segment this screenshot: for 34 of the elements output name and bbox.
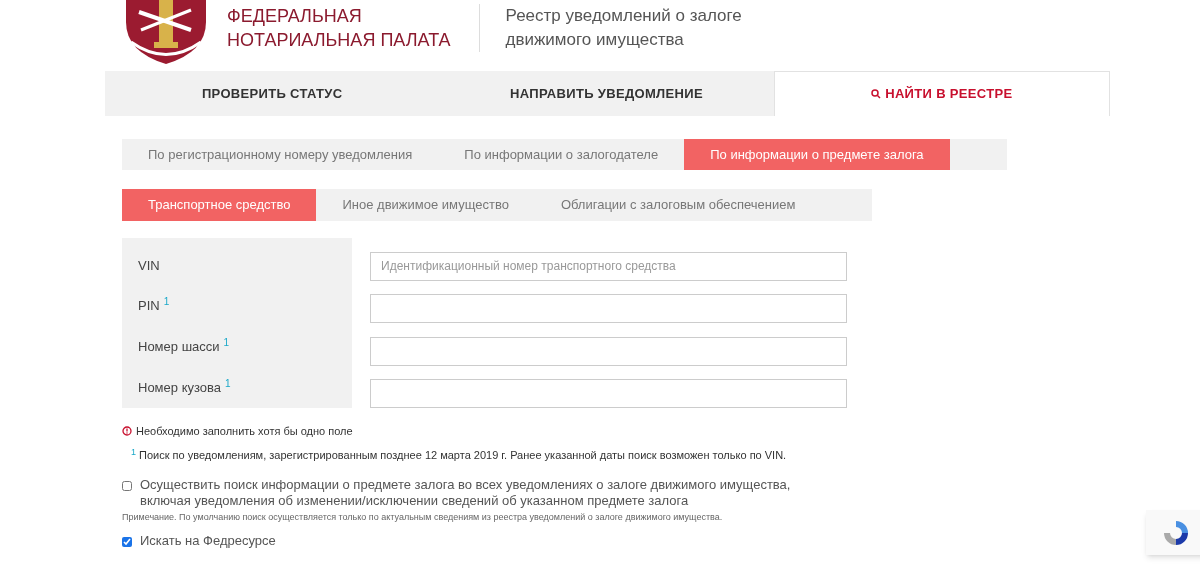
footnote-mark: 1 [225, 377, 231, 389]
registry-title: Реестр уведомлений о залоге [505, 5, 742, 27]
note-text: Примечание. По умолчанию поиск осуществляется только по актуальным сведениям из реестра уведомлений о залоге движимого имущества. [122, 511, 724, 524]
text-field[interactable] [370, 379, 847, 409]
checkbox[interactable] [122, 481, 132, 491]
property-tab[interactable]: Облигации с залоговым обеспечением [534, 189, 822, 221]
field-label: Номер кузова $^{1}$ [138, 377, 231, 397]
footnote-mark: 1 [163, 296, 170, 308]
property-tab[interactable]: Иное движимое имущество [316, 189, 535, 221]
registry-title: движимого имущества [505, 29, 685, 51]
text-field[interactable] [370, 336, 847, 366]
search-tab[interactable]: По информации о предмете залога [684, 139, 950, 170]
field-label: Номер шасси $^{1}$ [138, 337, 230, 357]
warning-icon [122, 426, 132, 437]
footnote-mark: 1 [223, 337, 230, 349]
organization-name: ФЕДЕРАЛЬНАЯ [227, 5, 363, 28]
field-label: PIN $^{1}$ [138, 296, 170, 316]
text-field[interactable]: Идентификационный номер транспортного средства [370, 251, 847, 281]
checkbox-label: Осуществить поиск информации о предмете залога во всех уведомлениях о залоге движимого имущества, включая уведомления об изменении/исключении сведений об указанном предмете залога [140, 477, 792, 509]
required-notice: Необходимо заполнить хотя бы одно поле [136, 424, 353, 439]
footnote-mark: 1 [131, 446, 136, 457]
main-tab[interactable]: НАЙТИ В РЕЕСТРЕ [773, 71, 1110, 116]
main-tab[interactable]: НАПРАВИТЬ УВЕДОМЛЕНИЕ [439, 71, 774, 116]
field-label: VIN [138, 256, 160, 275]
text-field[interactable] [370, 294, 847, 324]
footnote-text: Поиск по уведомлениям, зарегистрированным позднее 12 марта 2019 г. Ранее указанной даты поиск возможен только по VIN. [139, 447, 787, 463]
search-icon [871, 89, 882, 99]
main-tab[interactable]: ПРОВЕРИТЬ СТАТУС [105, 71, 440, 116]
search-tab[interactable]: По регистрационному номеру уведомления [122, 139, 439, 170]
checkbox[interactable] [122, 536, 132, 547]
checkbox-label: Искать на Федресурсе [140, 532, 276, 549]
organization-name: НОТАРИАЛЬНАЯ ПАЛАТА [227, 29, 451, 52]
search-tab[interactable]: По информации о залогодателе [438, 139, 685, 170]
property-tab[interactable]: Транспортное средство [122, 189, 317, 221]
